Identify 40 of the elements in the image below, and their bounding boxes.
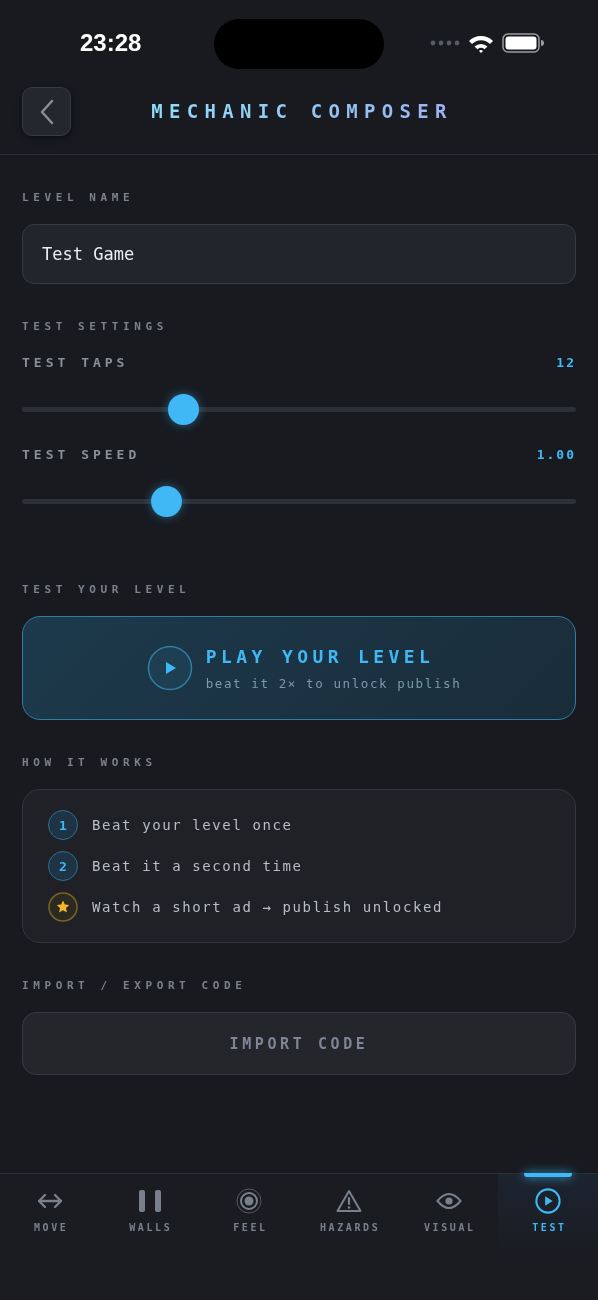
section-label: HOW IT WORKS — [22, 756, 158, 769]
section-label: LEVEL NAME — [22, 191, 136, 204]
slider-value: 1.00 — [536, 447, 576, 462]
tab[interactable]: HAZARDS — [299, 1174, 399, 1254]
slider-label: TEST TAPS — [22, 355, 129, 370]
slider[interactable] — [22, 394, 576, 425]
import-code-button[interactable]: IMPORT CODE — [22, 1012, 576, 1075]
slider[interactable] — [22, 486, 576, 517]
tab[interactable]: WALLS — [99, 1174, 200, 1254]
back-button[interactable] — [22, 87, 71, 136]
tab[interactable]: MOVE — [0, 1174, 100, 1254]
tab[interactable]: FEEL — [199, 1174, 299, 1254]
section-label: TEST YOUR LEVEL — [22, 583, 192, 596]
play-icon — [534, 1188, 563, 1214]
chevron-left-icon — [39, 98, 54, 125]
play-subtitle: beat it 2× to unlock publish — [205, 675, 462, 691]
slider-thumb[interactable] — [151, 486, 183, 517]
slider-value: 12 — [556, 355, 576, 370]
target-icon — [236, 1188, 263, 1214]
level-name-field[interactable]: Test Game — [22, 224, 576, 284]
slider-label: TEST SPEED — [22, 447, 141, 462]
step-text: Watch a short ad → publish unlocked — [92, 899, 443, 915]
play-icon — [146, 645, 193, 691]
tab[interactable]: VISUAL — [398, 1174, 499, 1254]
slider-thumb[interactable] — [167, 394, 199, 425]
wifi-icon — [468, 33, 494, 53]
battery-icon — [502, 33, 544, 53]
step-number: 1 — [48, 810, 78, 840]
step-number: 2 — [48, 851, 78, 881]
section-label: TEST SETTINGS — [22, 320, 169, 333]
two-bars-icon — [137, 1188, 162, 1214]
warning-icon — [335, 1188, 362, 1214]
status-time: 23:28 — [80, 29, 142, 57]
active-indicator — [524, 1173, 573, 1177]
step-text: Beat it a second time — [92, 858, 303, 874]
play-title: PLAY YOUR LEVEL — [205, 645, 435, 667]
signal-icon — [430, 40, 460, 46]
step-text: Beat your level once — [92, 817, 293, 833]
section-label: IMPORT / EXPORT CODE — [22, 979, 248, 992]
play-level-button[interactable]: PLAY YOUR LEVEL beat it 2× to unlock publish — [22, 616, 576, 720]
